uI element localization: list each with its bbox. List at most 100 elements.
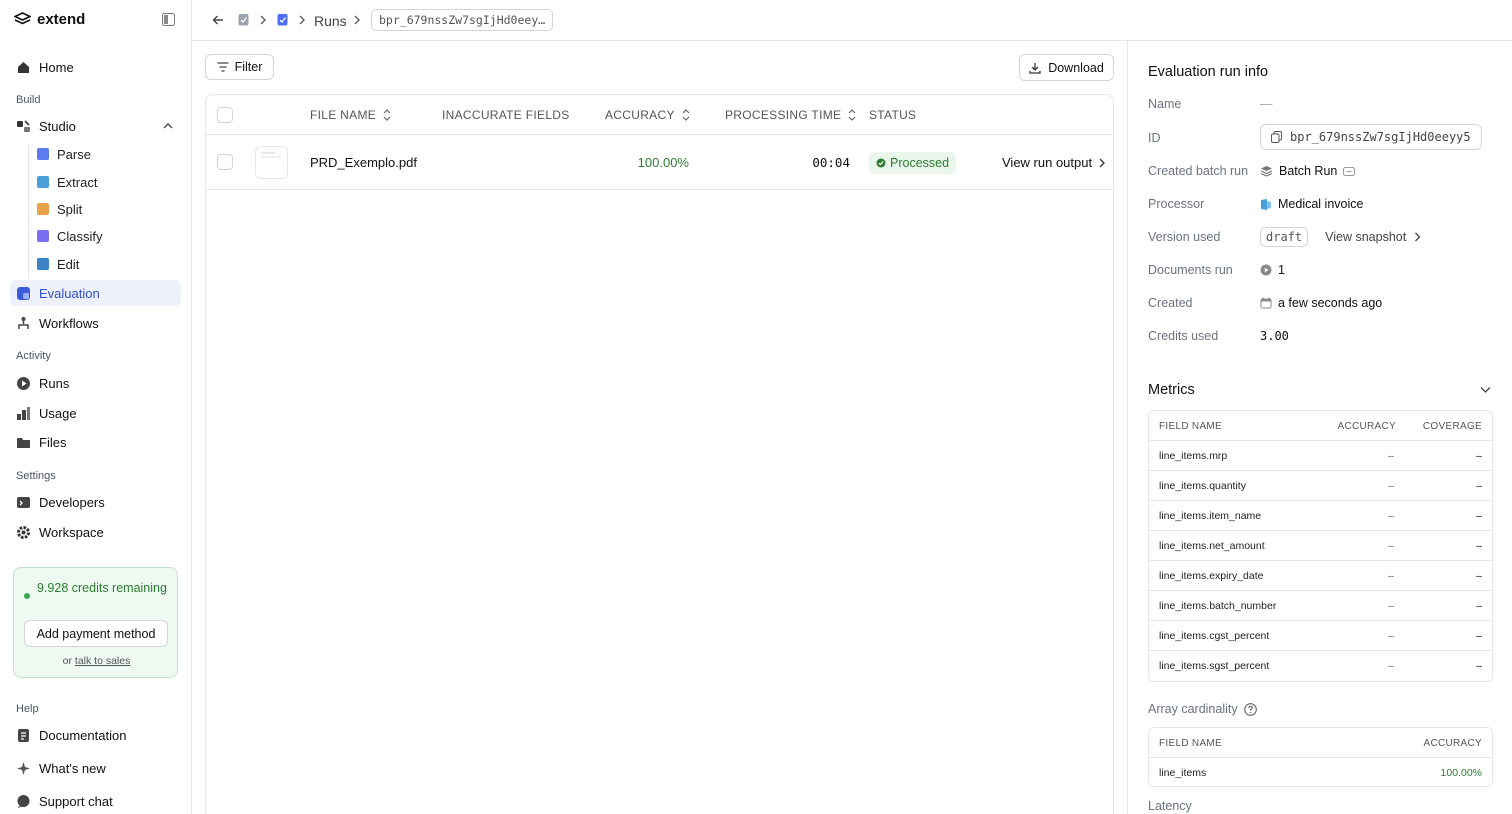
sidebar-item-developers[interactable]: Developers bbox=[10, 489, 181, 515]
copy-id-button[interactable]: bpr_679nssZw7sgIjHd0eeyy5 bbox=[1260, 124, 1482, 150]
metrics-col-field: FIELD NAME bbox=[1159, 420, 1223, 432]
metrics-row: line_items.quantity – – bbox=[1149, 471, 1492, 501]
metrics-row: line_items.mrp – – bbox=[1149, 441, 1492, 471]
runs-icon bbox=[17, 376, 30, 390]
created-batch-run-value[interactable]: Batch Run bbox=[1260, 164, 1356, 178]
split-icon bbox=[37, 203, 49, 215]
app-name: extend bbox=[37, 11, 86, 28]
play-circle-icon bbox=[1260, 264, 1272, 276]
chevron-right-icon bbox=[299, 15, 305, 25]
sidebar-item-workflows[interactable]: Workflows bbox=[10, 310, 181, 336]
sidebar-item-extract[interactable]: Extract bbox=[37, 171, 97, 193]
status-label: Processed bbox=[890, 155, 950, 170]
breadcrumb-runs[interactable]: Runs bbox=[314, 0, 347, 41]
chevron-up-icon[interactable] bbox=[163, 121, 173, 131]
filter-button[interactable]: Filter bbox=[205, 54, 274, 80]
column-processing-time[interactable]: PROCESSING TIME bbox=[725, 95, 856, 135]
version-used-value: draft View snapshot bbox=[1260, 227, 1421, 247]
credits-card: 9.928 credits remaining Add payment meth… bbox=[13, 567, 178, 678]
processor-text: Medical invoice bbox=[1278, 197, 1364, 211]
metrics-field: line_items.cgst_percent bbox=[1159, 630, 1270, 642]
download-button[interactable]: Download bbox=[1019, 54, 1114, 81]
sort-icon bbox=[848, 109, 856, 121]
breadcrumb-run-id[interactable]: bpr_679nssZw7sgIjHd0eey… bbox=[371, 9, 553, 31]
sort-icon bbox=[682, 109, 690, 121]
talk-to-sales-link[interactable]: talk to sales bbox=[75, 655, 130, 667]
sidebar-item-label: Workflows bbox=[39, 315, 99, 331]
view-snapshot-link[interactable]: View snapshot bbox=[1325, 230, 1421, 244]
evaluation-set-icon[interactable] bbox=[238, 13, 249, 26]
or-text: or bbox=[62, 655, 72, 667]
brand[interactable]: extend bbox=[14, 11, 85, 28]
top-bar: Runs bpr_679nssZw7sgIjHd0eey… bbox=[192, 0, 1512, 41]
table-header: FILE NAME INACCURATE FIELDS ACCURACY PRO… bbox=[206, 95, 1113, 135]
metrics-field: line_items.batch_number bbox=[1159, 600, 1277, 612]
batch-run-icon bbox=[1260, 166, 1273, 177]
run-id-text: bpr_679nssZw7sgIjHd0eeyy5 bbox=[1290, 130, 1471, 144]
edit-icon bbox=[37, 258, 49, 270]
sidebar-item-documentation[interactable]: Documentation bbox=[10, 722, 181, 748]
extract-icon bbox=[37, 176, 49, 188]
metrics-accuracy: – bbox=[1388, 480, 1394, 492]
sidebar-item-usage[interactable]: Usage bbox=[10, 400, 181, 426]
parse-icon bbox=[37, 148, 49, 160]
sparkle-icon bbox=[17, 761, 30, 775]
external-link-icon bbox=[1343, 166, 1356, 176]
sidebar-item-evaluation[interactable]: Evaluation bbox=[10, 280, 181, 306]
add-payment-method-button[interactable]: Add payment method bbox=[24, 620, 168, 647]
workflows-icon bbox=[18, 316, 29, 329]
array-field: line_items bbox=[1159, 767, 1207, 779]
classify-icon bbox=[37, 230, 49, 242]
name-value: — bbox=[1260, 97, 1273, 111]
column-inaccurate-fields: INACCURATE FIELDS bbox=[442, 95, 570, 135]
metrics-col-accuracy: ACCURACY bbox=[1337, 420, 1396, 432]
metrics-accuracy: – bbox=[1388, 450, 1394, 462]
sidebar-item-home[interactable]: Home bbox=[10, 54, 181, 80]
sidebar-item-edit[interactable]: Edit bbox=[37, 253, 79, 275]
arrow-left-icon[interactable] bbox=[212, 14, 224, 26]
developers-icon bbox=[17, 496, 30, 508]
help-circle-icon[interactable] bbox=[1243, 702, 1257, 716]
table-row[interactable]: PRD_Exemplo.pdf 100.00% 00:04 Processed … bbox=[206, 135, 1113, 190]
sidebar-item-support-chat[interactable]: Support chat bbox=[10, 788, 181, 814]
sidebar-item-label: What's new bbox=[39, 760, 106, 776]
view-snapshot-label: View snapshot bbox=[1325, 230, 1407, 244]
evaluation-icon[interactable] bbox=[277, 13, 288, 26]
sidebar-item-whats-new[interactable]: What's new bbox=[10, 755, 181, 781]
sidebar-item-classify[interactable]: Classify bbox=[37, 225, 103, 247]
row-checkbox[interactable] bbox=[217, 154, 233, 170]
sidebar-item-files[interactable]: Files bbox=[10, 429, 181, 455]
sidebar-item-studio[interactable]: Studio bbox=[10, 113, 181, 139]
extend-logo-icon bbox=[14, 12, 31, 25]
file-thumbnail bbox=[255, 146, 288, 179]
column-file-name[interactable]: FILE NAME bbox=[310, 95, 391, 135]
metrics-row: line_items.net_amount – – bbox=[1149, 531, 1492, 561]
select-all-checkbox[interactable] bbox=[217, 107, 233, 123]
sidebar-item-label: Split bbox=[57, 201, 83, 217]
column-status: STATUS bbox=[869, 95, 916, 135]
documents-run-count: 1 bbox=[1278, 263, 1285, 277]
sidebar-item-parse[interactable]: Parse bbox=[37, 143, 91, 165]
chevron-down-icon[interactable] bbox=[1480, 386, 1491, 394]
metrics-field: line_items.expiry_date bbox=[1159, 570, 1264, 582]
view-run-output-link[interactable]: View run output bbox=[1002, 135, 1106, 190]
view-run-output-label: View run output bbox=[1002, 155, 1093, 170]
processor-value[interactable]: Medical invoice bbox=[1260, 197, 1363, 211]
file-name-cell[interactable]: PRD_Exemplo.pdf bbox=[310, 135, 417, 190]
created-label: Created bbox=[1148, 296, 1193, 310]
sidebar-item-runs[interactable]: Runs bbox=[10, 370, 181, 396]
credits-remaining: 9.928 credits remaining bbox=[37, 581, 167, 595]
sidebar-item-workspace[interactable]: Workspace bbox=[10, 519, 181, 545]
runs-table: FILE NAME INACCURATE FIELDS ACCURACY PRO… bbox=[205, 94, 1114, 814]
sidebar-collapse-icon[interactable] bbox=[162, 13, 175, 26]
sidebar-item-split[interactable]: Split bbox=[37, 198, 82, 220]
array-cardinality-label: Array cardinality bbox=[1148, 702, 1257, 716]
column-accuracy[interactable]: ACCURACY bbox=[605, 95, 690, 135]
column-label: INACCURATE FIELDS bbox=[442, 108, 570, 122]
processor-label: Processor bbox=[1148, 197, 1205, 211]
sidebar-item-label: Studio bbox=[39, 118, 76, 134]
sidebar-item-label: Parse bbox=[57, 146, 91, 162]
metrics-coverage: – bbox=[1476, 600, 1482, 612]
folder-icon bbox=[17, 437, 30, 448]
metrics-header: FIELD NAME ACCURACY COVERAGE bbox=[1149, 411, 1492, 441]
